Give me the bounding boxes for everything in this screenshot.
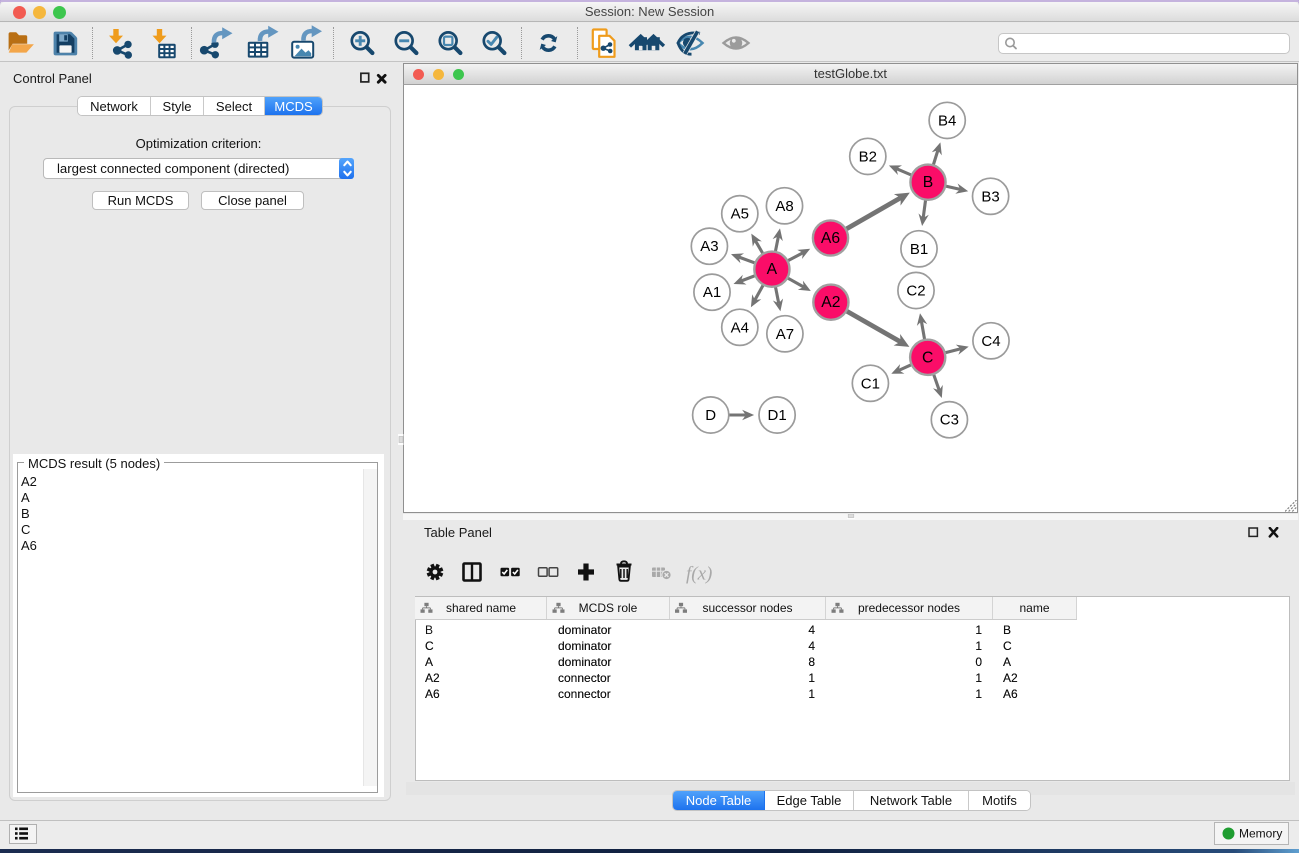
svg-text:A5: A5	[731, 206, 749, 223]
svg-text:C2: C2	[906, 283, 925, 300]
svg-text:C4: C4	[981, 333, 1000, 350]
svg-text:B4: B4	[938, 112, 956, 129]
svg-text:D1: D1	[768, 407, 787, 424]
svg-text:A2: A2	[821, 294, 840, 311]
svg-text:A6: A6	[821, 230, 840, 247]
svg-text:B2: B2	[859, 148, 877, 165]
svg-text:C: C	[922, 349, 933, 366]
svg-text:A4: A4	[731, 319, 749, 336]
svg-text:C3: C3	[940, 412, 959, 429]
svg-text:A: A	[767, 261, 778, 278]
svg-text:B3: B3	[981, 188, 999, 205]
svg-text:D: D	[705, 407, 716, 424]
svg-text:A3: A3	[700, 238, 718, 255]
svg-text:Memory: Memory	[1239, 827, 1282, 841]
svg-text:A1: A1	[703, 284, 721, 301]
svg-text:B: B	[923, 174, 933, 191]
svg-text:A8: A8	[775, 198, 793, 215]
svg-text:f(x): f(x)	[686, 564, 712, 585]
svg-text:A7: A7	[776, 326, 794, 343]
svg-text:C1: C1	[861, 375, 880, 392]
svg-text:B1: B1	[910, 241, 928, 258]
